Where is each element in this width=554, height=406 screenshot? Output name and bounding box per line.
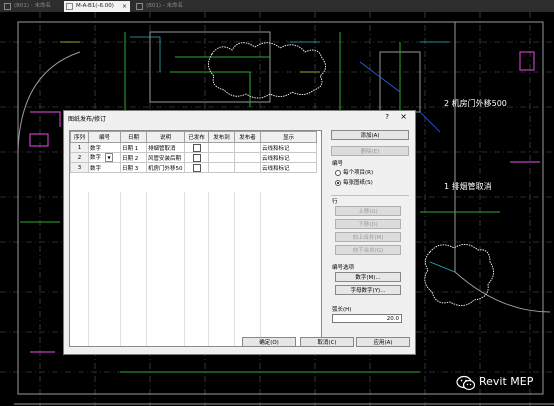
per-sheet-radio[interactable]: 每张图纸(S): [335, 178, 373, 186]
description-cell[interactable]: 机房门外移50: [146, 162, 185, 173]
row-sequence: 3: [70, 162, 89, 173]
view-tab-3[interactable]: (B01) - 未命名: [134, 1, 194, 12]
date-cell[interactable]: 日期 2: [120, 152, 147, 163]
delete-button[interactable]: 删除(E): [331, 146, 409, 156]
table-empty-area: [70, 192, 321, 346]
view-tab-label: M-A-B1(-6.00): [76, 3, 114, 9]
issued-checkbox[interactable]: [192, 153, 201, 162]
view-icon: [136, 3, 143, 10]
show-cell[interactable]: 云线和标记: [260, 152, 317, 163]
issued-checkbox[interactable]: [192, 143, 201, 152]
date-cell[interactable]: 日期 1: [120, 142, 147, 153]
ok-button[interactable]: 确定(O): [242, 337, 296, 347]
per-project-label: 每个项目(R): [343, 170, 374, 176]
column-header-issued[interactable]: 已发布: [184, 131, 209, 143]
issued-to-cell[interactable]: [208, 152, 235, 163]
column-header-issued-to[interactable]: 发布到: [208, 131, 235, 143]
close-icon[interactable]: ×: [400, 112, 407, 121]
help-icon[interactable]: ?: [385, 113, 389, 121]
apply-button[interactable]: 应用(A): [356, 337, 410, 347]
row-group-divider: [331, 195, 409, 196]
merge-down-button[interactable]: 向下合并(G): [335, 245, 401, 255]
numbering-cell[interactable]: 数字: [88, 162, 121, 173]
radio-icon: [335, 169, 341, 176]
add-button[interactable]: 添加(A): [331, 130, 409, 140]
view-tab-2-active[interactable]: M-A-B1(-6.00) ×: [64, 1, 130, 12]
watermark-text: Revit MEP: [479, 375, 534, 388]
column-header-date[interactable]: 日期: [120, 131, 147, 143]
revisions-table: 序列 编号 日期 说明 已发布 发布到 发布者 显示 1 数字 日期 1 排烟管…: [69, 130, 322, 347]
revision-note-2: 1 排烟管取消: [444, 182, 492, 191]
radio-selected-icon: [335, 179, 341, 186]
move-up-button[interactable]: 上移(U): [335, 206, 401, 216]
view-tab-label: (B01) - 未命名: [14, 3, 52, 9]
move-down-button[interactable]: 下移(D): [335, 219, 401, 229]
view-tab-1[interactable]: (B01) - 未命名: [2, 1, 62, 12]
row-group-label: 行: [332, 199, 338, 205]
tab-close-icon[interactable]: ×: [122, 1, 127, 12]
issued-checkbox[interactable]: [192, 163, 201, 172]
view-icon: [4, 3, 11, 10]
table-row[interactable]: 3 数字 日期 3 机房门外移50 云线和标记: [70, 162, 317, 173]
issued-by-cell[interactable]: [234, 152, 261, 163]
view-icon: [66, 3, 73, 10]
cancel-button[interactable]: 取消(C): [300, 337, 354, 347]
per-sheet-label: 每张图纸(S): [343, 180, 373, 186]
column-header-description[interactable]: 说明: [146, 131, 185, 143]
revision-note-1: 2 机房门外移500: [444, 99, 507, 108]
numbering-select-value[interactable]: 数字: [90, 155, 101, 161]
numeric-options-button[interactable]: 数字(M)...: [335, 272, 401, 282]
issued-by-cell[interactable]: [234, 162, 261, 173]
view-tab-label: (B01) - 未命名: [146, 3, 184, 9]
issued-cell: [184, 152, 209, 163]
row-sequence: 1: [70, 142, 89, 153]
issued-cell: [184, 162, 209, 173]
wechat-logo-icon: [456, 375, 476, 391]
table-row[interactable]: 2 数字 ▼ 日期 2 风管安装后期 云线和标记: [70, 152, 317, 163]
show-cell[interactable]: 云线和标记: [260, 162, 317, 173]
description-cell[interactable]: 排烟管取消: [146, 142, 185, 153]
issued-by-cell[interactable]: [234, 142, 261, 153]
numbering-options-label: 编号选项: [332, 265, 355, 271]
row-sequence: 2: [70, 152, 89, 163]
show-cell[interactable]: 云线和标记: [260, 142, 317, 153]
date-cell[interactable]: 日期 3: [120, 162, 147, 173]
alphanumeric-options-button[interactable]: 字母数字(Y)...: [335, 285, 401, 295]
table-row[interactable]: 1 数字 日期 1 排烟管取消 云线和标记: [70, 142, 317, 153]
numbering-cell[interactable]: 数字: [88, 142, 121, 153]
per-project-radio[interactable]: 每个项目(R): [335, 168, 373, 176]
merge-up-button[interactable]: 向上合并(M): [335, 232, 401, 242]
dropdown-arrow-icon[interactable]: ▼: [105, 153, 114, 162]
description-cell[interactable]: 风管安装后期: [146, 152, 185, 163]
column-header-numbering[interactable]: 编号: [88, 131, 121, 143]
column-header-issued-by[interactable]: 发布者: [234, 131, 261, 143]
view-tab-bar: (B01) - 未命名 M-A-B1(-6.00) × (B01) - 未命名: [0, 0, 554, 12]
arc-length-label: 弧长(H): [332, 307, 352, 313]
numbering-cell[interactable]: 数字 ▼: [88, 152, 121, 163]
dialog-title: 图纸发布/修订: [68, 116, 107, 123]
watermark: Revit MEP: [456, 374, 550, 392]
numbering-group-label: 编号: [332, 161, 344, 167]
issued-to-cell[interactable]: [208, 162, 235, 173]
sheet-issues-revisions-dialog: 图纸发布/修订 ? × 序列 编号 日期 说明 已发布 发布到 发布者 显示 1…: [63, 110, 416, 355]
arc-length-input[interactable]: 20.0: [332, 314, 402, 323]
issued-cell: [184, 142, 209, 153]
column-header-show[interactable]: 显示: [260, 131, 317, 143]
column-header-sequence[interactable]: 序列: [70, 131, 89, 143]
issued-to-cell[interactable]: [208, 142, 235, 153]
